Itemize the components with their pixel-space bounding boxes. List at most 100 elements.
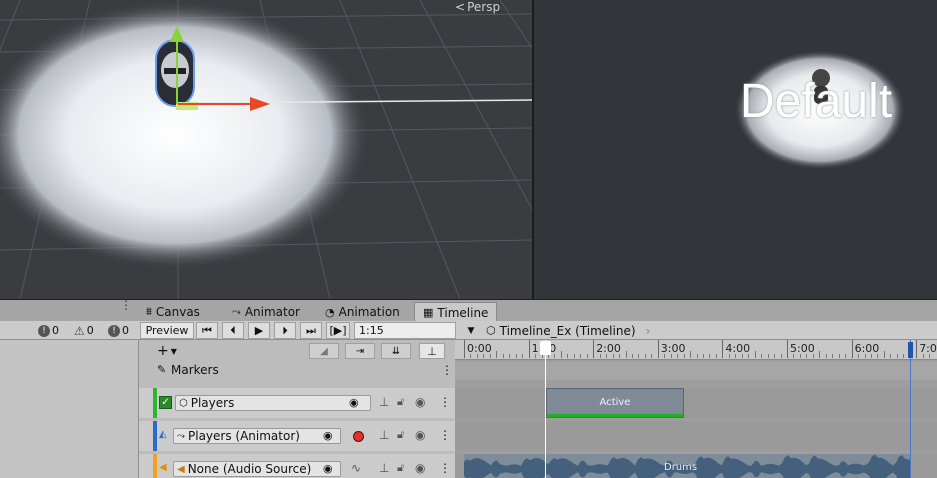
- ruler-subtick: [502, 354, 504, 358]
- markers-label: Markers: [171, 363, 219, 377]
- animator-object-field[interactable]: ⤳ Players (Animator): [173, 428, 341, 444]
- tab-timeline[interactable]: ▦ Timeline: [414, 302, 498, 322]
- eye-icon[interactable]: ◉: [415, 461, 425, 475]
- players-object-field[interactable]: ⬡ Players: [175, 395, 371, 411]
- playhead-handle[interactable]: [540, 341, 551, 355]
- lock-icon[interactable]: 🔓︎: [397, 428, 404, 442]
- snap-toggle[interactable]: ⇥: [345, 343, 375, 359]
- left-panel: [0, 340, 139, 478]
- chevron-left-icon: <: [455, 0, 466, 14]
- timeline-clips-area[interactable]: 0:001:002:003:004:005:006:007:00 Active …: [455, 340, 937, 478]
- info-icon: !: [108, 324, 120, 337]
- tab-animator[interactable]: ⤳ Animator: [232, 302, 300, 322]
- warning-count[interactable]: ⚠ 0: [74, 322, 94, 339]
- default-text: Default: [740, 75, 893, 128]
- activation-clip[interactable]: Active: [546, 388, 684, 418]
- ruler-subtick: [709, 354, 711, 358]
- panel-menu-icon[interactable]: ⋮: [120, 299, 132, 311]
- ruler-tick-label: 6:00: [854, 342, 880, 355]
- object-picker-icon[interactable]: ◉: [323, 429, 333, 442]
- clip-label: Active: [599, 397, 631, 408]
- ripple-toggle[interactable]: ⇊: [381, 343, 411, 359]
- ruler-tick: [787, 340, 788, 358]
- goto-end-button[interactable]: ⏭: [300, 322, 322, 339]
- skip-end-icon: ⏭: [306, 323, 316, 337]
- error-count[interactable]: ! 0: [38, 322, 59, 339]
- markers-row[interactable]: ✎ Markers ⋮: [139, 362, 455, 380]
- skip-start-icon: ⏮: [202, 323, 212, 337]
- track-menu-icon[interactable]: ⋮: [439, 428, 451, 442]
- breadcrumb[interactable]: ⬡ Timeline_Ex (Timeline) ›: [486, 322, 650, 339]
- end-marker[interactable]: [910, 340, 911, 478]
- track-enable-checkbox[interactable]: ✓: [159, 396, 172, 409]
- unity-editor: < Persp Default ⋮ ⩩ Canvas ⤳ Animator ◔ …: [0, 0, 937, 478]
- curves-icon[interactable]: ∿: [351, 461, 361, 475]
- animation-icon: ◔: [325, 305, 335, 319]
- play-range-button[interactable]: [▶]: [326, 322, 350, 339]
- persp-label[interactable]: < Persp: [455, 0, 500, 14]
- ruler-subtick: [522, 354, 524, 358]
- ruler-subtick: [651, 354, 653, 358]
- ruler-subtick: [703, 354, 705, 358]
- markers-menu-icon[interactable]: ⋮: [441, 363, 453, 377]
- track-row-audio[interactable]: ◀ ◀ None (Audio Source) ◉ ∿ ⊥ 🔓︎ ◉ ⋮: [139, 454, 455, 478]
- lock-pin-icon[interactable]: ⊥: [379, 428, 389, 442]
- track-color-bar: [153, 388, 157, 418]
- track-row-animator[interactable]: ◭ ⤳ Players (Animator) ◉ ⊥ 🔓︎ ◉ ⋮: [139, 421, 455, 451]
- ruler-subtick: [838, 354, 840, 358]
- activation-bar: [547, 414, 683, 417]
- gameobject-icon: ⬡: [179, 397, 188, 409]
- play-button[interactable]: ▶: [248, 322, 270, 339]
- warning-icon: ⚠: [74, 323, 85, 338]
- ruler-tick-label: 5:00: [790, 342, 815, 355]
- end-marker-handle[interactable]: [908, 342, 913, 358]
- message-count[interactable]: ! 0: [108, 322, 129, 339]
- next-frame-button[interactable]: ⏵: [274, 322, 296, 339]
- audio-clip[interactable]: Drums: [464, 454, 911, 478]
- preview-button[interactable]: Preview: [140, 322, 194, 339]
- audio-source-field[interactable]: ◀ None (Audio Source): [173, 461, 341, 477]
- timeline-dropdown[interactable]: ▼: [460, 322, 482, 339]
- object-picker-icon[interactable]: ◉: [349, 396, 359, 409]
- record-icon: [352, 430, 364, 442]
- lock-pin-icon[interactable]: ⊥: [379, 461, 389, 475]
- add-track-button[interactable]: + ▼: [157, 343, 187, 359]
- object-picker-icon[interactable]: ◉: [323, 462, 333, 475]
- tab-animation[interactable]: ◔ Animation: [325, 302, 400, 322]
- curves-toggle[interactable]: ◢: [309, 343, 339, 359]
- breadcrumb-arrow-icon: ›: [645, 323, 651, 338]
- eye-icon[interactable]: ◉: [415, 428, 425, 442]
- tab-canvas[interactable]: ⩩ Canvas: [146, 302, 200, 322]
- ruler-subtick: [560, 351, 562, 358]
- ruler-subtick: [567, 354, 569, 358]
- timeline-icon: ▦: [423, 306, 434, 319]
- goto-start-button[interactable]: ⏮: [196, 322, 218, 339]
- scene-view[interactable]: < Persp: [0, 0, 532, 299]
- time-field[interactable]: 1:15: [354, 322, 456, 339]
- window-tab-bar: ⋮ ⩩ Canvas ⤳ Animator ◔ Animation ▦ Time…: [0, 299, 937, 322]
- plus-icon: +: [157, 343, 169, 359]
- track-menu-icon[interactable]: ⋮: [439, 395, 451, 409]
- lock-icon[interactable]: 🔓︎: [397, 395, 404, 409]
- audio-source-icon: ◀: [177, 463, 185, 475]
- prev-frame-button[interactable]: ⏴: [222, 322, 244, 339]
- ruler-subtick: [625, 351, 627, 358]
- track-color-bar: [153, 421, 157, 451]
- playhead[interactable]: [545, 340, 546, 478]
- track-row-players[interactable]: ✓ ⬡ Players ◉ ⊥ 🔓︎ ◉ ⋮: [139, 388, 455, 418]
- lock-pin-icon[interactable]: ⊥: [379, 395, 389, 409]
- move-gizmo-y-icon[interactable]: [169, 26, 185, 106]
- ruler-subtick: [761, 354, 763, 358]
- record-button[interactable]: [349, 428, 367, 444]
- eye-icon[interactable]: ◉: [415, 395, 425, 409]
- ruler-tick-label: 3:00: [660, 342, 686, 355]
- lock-icon[interactable]: 🔓︎: [397, 461, 404, 475]
- ruler-subtick: [767, 354, 769, 358]
- ruler-tick: [528, 340, 530, 358]
- time-ruler[interactable]: 0:001:002:003:004:005:006:007:00: [455, 340, 937, 360]
- track-menu-icon[interactable]: ⋮: [439, 461, 451, 475]
- move-gizmo-x-icon[interactable]: [178, 96, 270, 112]
- ruler-subtick: [819, 351, 821, 358]
- ruler-tick: [464, 340, 465, 358]
- pin-toggle[interactable]: ⊥: [419, 343, 445, 359]
